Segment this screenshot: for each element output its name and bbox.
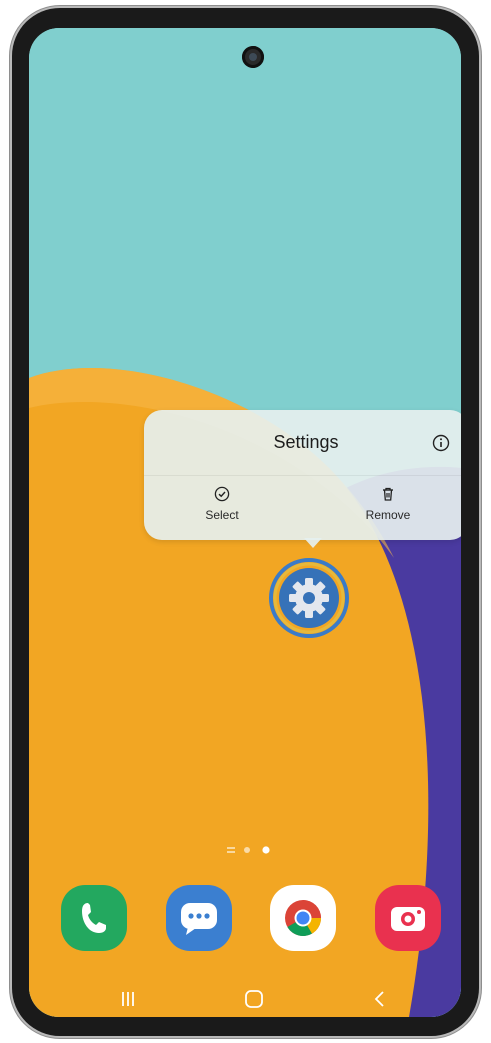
phone-icon	[82, 903, 106, 933]
messages-app[interactable]	[166, 885, 232, 951]
chrome-app[interactable]	[270, 885, 336, 951]
phone-app[interactable]	[61, 885, 127, 951]
camera-icon	[391, 907, 425, 931]
page-dot	[244, 847, 250, 853]
apps-page-indicator	[227, 847, 235, 853]
trash-icon	[383, 487, 393, 501]
messages-icon	[181, 903, 217, 935]
page-dot-current	[262, 846, 270, 854]
front-camera	[242, 46, 264, 68]
page-indicator[interactable]	[221, 843, 291, 857]
info-icon[interactable]	[432, 434, 450, 452]
app-context-menu: Settings Select Remove	[144, 410, 461, 548]
settings-app-icon[interactable]	[269, 558, 349, 638]
context-menu-title: Settings	[273, 432, 339, 452]
check-circle-icon	[214, 486, 230, 502]
remove-button[interactable]: Remove	[328, 486, 448, 524]
camera-app[interactable]	[375, 885, 441, 951]
remove-label: Remove	[365, 508, 411, 522]
context-menu-pointer	[304, 538, 322, 548]
select-label: Select	[205, 508, 239, 522]
home-screen: Settings Select Remove	[29, 28, 461, 1017]
phone-frame: Settings Select Remove	[12, 8, 479, 1036]
recent-apps-icon[interactable]	[113, 987, 143, 1011]
back-icon[interactable]	[365, 987, 395, 1011]
context-menu-divider	[144, 475, 461, 476]
select-button[interactable]: Select	[162, 486, 282, 524]
chrome-icon	[285, 900, 321, 937]
navigation-bar	[29, 983, 461, 1017]
home-icon[interactable]	[239, 987, 269, 1011]
